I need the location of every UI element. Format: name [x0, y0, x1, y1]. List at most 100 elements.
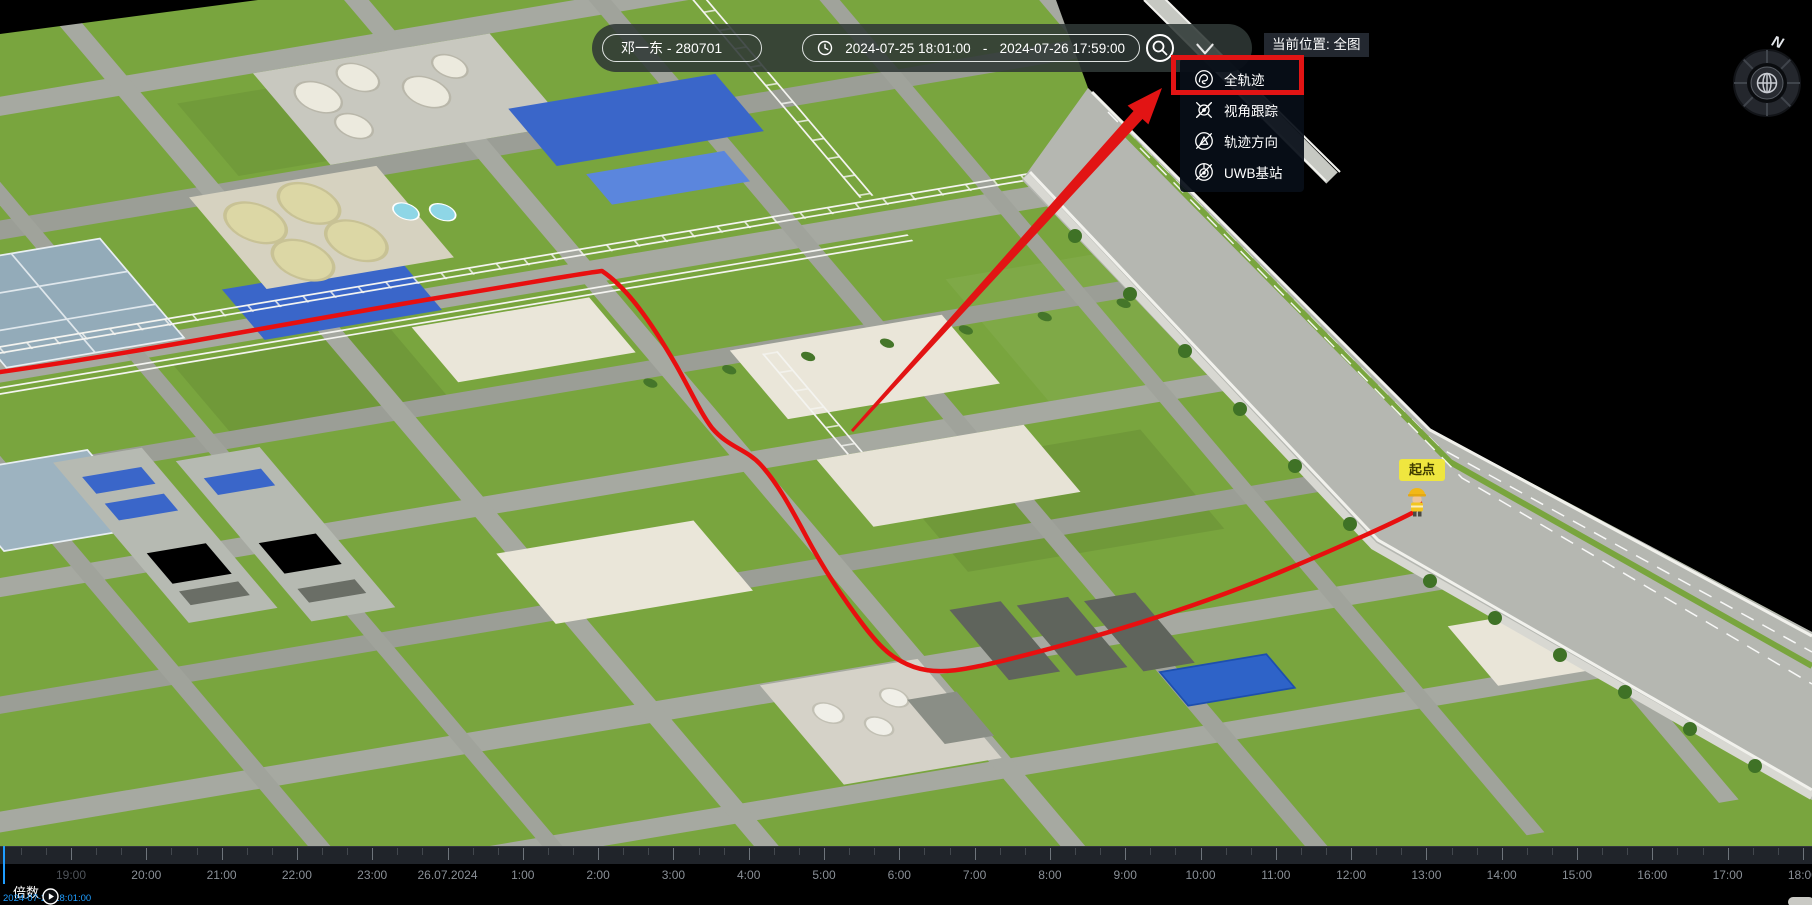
timeline-tick [1401, 848, 1402, 855]
person-select-value: 邓一东 - 280701 [621, 38, 722, 58]
compass-widget[interactable] [1729, 45, 1805, 121]
timeline-tick [1025, 848, 1026, 855]
timeline-tick [1677, 848, 1678, 855]
timeline-tick [171, 848, 172, 855]
timeline-tick [1652, 848, 1653, 860]
timeline-tick [21, 848, 22, 855]
timeline-hour-label: 16:00 [1637, 868, 1667, 882]
timeline-tick [1150, 848, 1151, 855]
timeline-tick [1226, 848, 1227, 855]
current-location-chip: 当前位置: 全图 [1264, 33, 1369, 57]
timeline-tick [1276, 848, 1277, 860]
timeline-hour-label: 14:00 [1487, 868, 1517, 882]
app-window: 起点 邓一东 - 280701 2024-07-25 18:01:00 - 20… [0, 0, 1812, 905]
top-toolbar: 邓一东 - 280701 2024-07-25 18:01:00 - 2024-… [592, 24, 1252, 72]
timeline-tick [322, 848, 323, 855]
timeline-hour-label: 7:00 [963, 868, 986, 882]
date-separator: - [983, 41, 988, 56]
timeline-corner-notch [1788, 897, 1812, 905]
timeline-tick [1125, 848, 1126, 860]
timeline-hour-label: 23:00 [357, 868, 387, 882]
timeline-tick [724, 848, 725, 855]
timeline-tick [1075, 848, 1076, 855]
timeline-tick [422, 848, 423, 855]
play-button[interactable] [42, 888, 59, 905]
timeline-tick [1452, 848, 1453, 855]
timeline-tick [1527, 848, 1528, 855]
timeline-tick [824, 848, 825, 860]
trajectory-direction-icon [1193, 130, 1215, 152]
timeline-tick [1351, 848, 1352, 860]
globe-icon [1758, 74, 1777, 93]
person-select[interactable]: 邓一东 - 280701 [602, 34, 762, 62]
timeline-hour-label: 13:00 [1411, 868, 1441, 882]
timeline-tick [749, 848, 750, 860]
timeline-tick [448, 848, 449, 860]
view-tracking-icon [1193, 99, 1215, 121]
timeline-hour-label: 2:00 [586, 868, 609, 882]
timeline-playhead[interactable] [3, 846, 5, 884]
timeline-tick [1326, 848, 1327, 855]
annotation-highlight-box [1171, 55, 1304, 95]
timeline-tick [899, 848, 900, 860]
timeline-tick [874, 848, 875, 855]
worker-figure[interactable] [1406, 486, 1428, 517]
date-start: 2024-07-25 18:01:00 [845, 41, 970, 56]
timeline-tick [1753, 848, 1754, 855]
timeline-tick [1376, 848, 1377, 855]
timeline-tick [71, 848, 72, 860]
timeline-hour-label: 4:00 [737, 868, 760, 882]
timeline-hour-label: 18:00 [1788, 868, 1812, 882]
timeline-tick [799, 848, 800, 855]
timeline-tick [96, 848, 97, 855]
timeline-hour-label: 1:00 [511, 868, 534, 882]
timeline-hour-label: 12:00 [1336, 868, 1366, 882]
timeline-tick [1426, 848, 1427, 860]
menu-item-label: 轨迹方向 [1224, 131, 1278, 151]
menu-item-4[interactable]: UWB基站 [1180, 156, 1304, 187]
uwb-base-station-icon [1193, 161, 1215, 183]
timeline-tick [272, 848, 273, 855]
timeline-bar[interactable]: 19:0020:0021:0022:0023:0026.07.20241:002… [0, 846, 1812, 905]
timeline-tick [573, 848, 574, 855]
timeline-tick [1050, 848, 1051, 860]
timeline-tick [197, 848, 198, 855]
timeline-tick [1577, 848, 1578, 860]
timeline-tick [222, 848, 223, 860]
timeline-tick [1000, 848, 1001, 855]
timeline-tick [623, 848, 624, 855]
date-range-picker[interactable]: 2024-07-25 18:01:00 - 2024-07-26 17:59:0… [802, 34, 1140, 62]
timeline-tick [1301, 848, 1302, 855]
timeline-tick [247, 848, 248, 855]
timeline-tick [397, 848, 398, 855]
timeline-hour-label: 26.07.2024 [417, 868, 477, 882]
menu-item-2[interactable]: 视角跟踪 [1180, 94, 1304, 125]
timeline-tick [1251, 848, 1252, 855]
timeline-tick [498, 848, 499, 855]
timeline-hour-label: 10:00 [1185, 868, 1215, 882]
timeline-tick [473, 848, 474, 855]
timeline-tick [1703, 848, 1704, 855]
timeline-hour-label: 11:00 [1261, 868, 1290, 882]
timeline-tick [1803, 848, 1804, 860]
timeline-tick [648, 848, 649, 855]
timeline-tick-strip[interactable] [0, 846, 1812, 864]
timeline-tick [1728, 848, 1729, 860]
timeline-hour-label: 6:00 [888, 868, 911, 882]
timeline-tick [46, 848, 47, 855]
timeline-hour-label: 21:00 [207, 868, 237, 882]
timeline-tick [1502, 848, 1503, 860]
timeline-tick [774, 848, 775, 855]
timeline-hour-label: 15:00 [1562, 868, 1592, 882]
timeline-tick [523, 848, 524, 860]
clock-icon [817, 40, 833, 56]
timeline-tick [146, 848, 147, 860]
timeline-tick [1100, 848, 1101, 855]
timeline-tick [1552, 848, 1553, 855]
timeline-tick [1627, 848, 1628, 855]
timeline-hour-label: 19:00 [56, 868, 86, 882]
menu-item-3[interactable]: 轨迹方向 [1180, 125, 1304, 156]
map-canvas[interactable] [0, 0, 1812, 905]
start-point-label[interactable]: 起点 [1399, 459, 1445, 481]
timeline-tick [548, 848, 549, 855]
